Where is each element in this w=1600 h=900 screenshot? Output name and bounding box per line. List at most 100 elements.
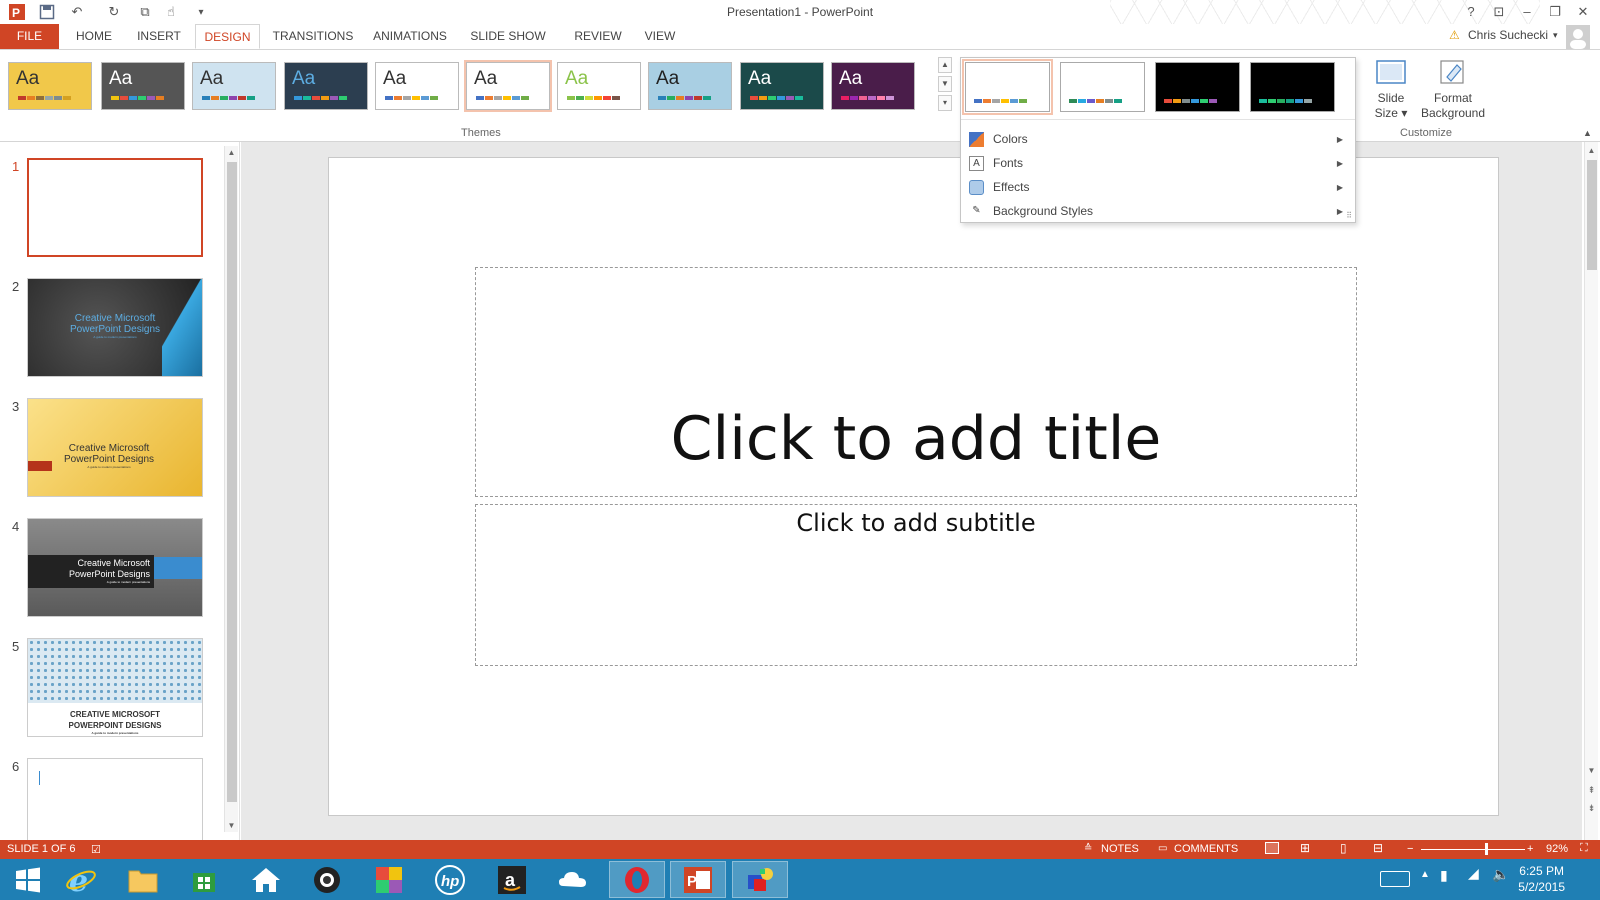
amazon-icon[interactable]: a xyxy=(484,861,540,898)
reading-view-icon[interactable]: ▯ xyxy=(1340,841,1347,855)
slide-thumbnail[interactable] xyxy=(27,758,203,842)
theme-thumbnail[interactable]: Aa xyxy=(101,62,185,110)
format-background-button[interactable]: Format Background xyxy=(1415,57,1491,121)
spelling-check-icon[interactable]: ☑ xyxy=(91,843,101,856)
theme-thumbnail[interactable]: Aa xyxy=(8,62,92,110)
subtitle-placeholder[interactable]: Click to add subtitle xyxy=(475,504,1357,666)
theme-thumbnail[interactable]: Aa xyxy=(831,62,915,110)
battery-icon[interactable]: ▮ xyxy=(1440,867,1448,884)
zoom-level[interactable]: 92% xyxy=(1546,843,1568,855)
color-swatch xyxy=(156,96,164,100)
warning-icon[interactable]: ⚠ xyxy=(1449,28,1460,42)
theme-thumbnail[interactable]: Aa xyxy=(284,62,368,110)
variant-thumbnail[interactable] xyxy=(1060,62,1145,112)
tab-insert[interactable]: INSERT xyxy=(130,24,188,49)
user-name[interactable]: Chris Suchecki xyxy=(1468,28,1548,42)
tab-home[interactable]: HOME xyxy=(68,24,120,49)
menu-item-effects[interactable]: Effects ▶ xyxy=(967,176,1349,199)
canvas-scroll-up-icon[interactable]: ▲ xyxy=(1585,144,1598,157)
fit-slide-icon[interactable]: ⛶ xyxy=(1580,842,1588,855)
slide-thumbnail[interactable]: Creative Microsoft PowerPoint Designs A gu… xyxy=(27,398,203,497)
slide-thumbnail[interactable]: CREATIVE MICROSOFT POWERPOINT DESIGNS A gu… xyxy=(27,638,203,737)
collapse-ribbon-icon[interactable]: ▲ xyxy=(1583,128,1592,138)
comments-icon[interactable]: ▭ xyxy=(1158,843,1167,854)
slide-thumbnail[interactable] xyxy=(27,158,203,257)
user-dropdown-icon[interactable]: ▾ xyxy=(1553,30,1558,41)
restore-icon[interactable]: ❐ xyxy=(1544,2,1566,22)
thumbnails-scrollbar[interactable]: ▲ ▼ xyxy=(224,146,238,832)
variant-thumbnail[interactable] xyxy=(1250,62,1335,112)
tab-slide-show[interactable]: SLIDE SHOW xyxy=(468,24,548,49)
color-swatch xyxy=(685,96,693,100)
canvas-scroll-down-icon[interactable]: ▼ xyxy=(1585,764,1598,777)
wifi-icon[interactable]: ◢ xyxy=(1468,865,1479,882)
volume-icon[interactable]: 🔈 xyxy=(1492,866,1509,883)
theme-thumbnail[interactable]: Aa xyxy=(557,62,641,110)
file-explorer-icon[interactable] xyxy=(115,861,171,898)
title-placeholder[interactable]: Click to add title xyxy=(475,267,1357,497)
variant-thumbnail[interactable] xyxy=(1155,62,1240,112)
notes-button[interactable]: NOTES xyxy=(1101,843,1139,855)
zoom-in-icon[interactable]: + xyxy=(1527,843,1533,855)
scroll-up-icon[interactable]: ▲ xyxy=(225,146,238,159)
tab-view[interactable]: VIEW xyxy=(640,24,680,49)
start-button[interactable] xyxy=(0,861,56,898)
gallery-scroll-down-icon[interactable]: ▼ xyxy=(938,76,952,92)
internet-explorer-icon[interactable]: e xyxy=(53,861,109,898)
submenu-arrow-icon: ▶ xyxy=(1336,207,1343,216)
previous-slide-icon[interactable]: ⇞ xyxy=(1585,784,1598,797)
slide-thumbnail-title: Creative Microsoft PowerPoint Designs A gu… xyxy=(70,313,160,340)
tab-animations[interactable]: ANIMATIONS xyxy=(370,24,450,49)
onedrive-icon[interactable] xyxy=(545,861,601,898)
system-clock[interactable]: 6:25 PM 5/2/2015 xyxy=(1518,863,1565,895)
hp-icon[interactable]: hp xyxy=(422,861,478,898)
theme-thumbnail[interactable]: Aa xyxy=(648,62,732,110)
gallery-more-icon[interactable]: ▾ xyxy=(938,95,952,111)
menu-item-colors[interactable]: Colors ▶ xyxy=(967,128,1349,151)
tab-file[interactable]: FILE xyxy=(0,24,59,49)
show-hidden-icons-icon[interactable]: ▲ xyxy=(1420,869,1430,880)
slide-size-button[interactable]: Slide Size ▾ xyxy=(1365,57,1417,121)
powerpoint-taskbar-icon[interactable]: P xyxy=(670,861,726,898)
color-swatch xyxy=(1173,99,1181,103)
keyboard-icon[interactable] xyxy=(1380,871,1410,887)
resize-grip-icon[interactable]: ⠿ xyxy=(1346,211,1352,220)
theme-thumbnail[interactable]: Aa xyxy=(192,62,276,110)
shapes-app-icon[interactable] xyxy=(732,861,788,898)
home-icon[interactable] xyxy=(238,861,294,898)
camera-app-icon[interactable] xyxy=(299,861,355,898)
tab-review[interactable]: REVIEW xyxy=(566,24,630,49)
avatar[interactable] xyxy=(1566,25,1590,49)
notes-icon[interactable]: ≙ xyxy=(1084,843,1092,854)
theme-thumbnail[interactable]: Aa xyxy=(375,62,459,110)
comments-button[interactable]: COMMENTS xyxy=(1174,843,1238,855)
store-icon[interactable] xyxy=(176,861,232,898)
minimize-icon[interactable]: – xyxy=(1516,2,1538,22)
gallery-scroll-up-icon[interactable]: ▲ xyxy=(938,57,952,73)
puzzle-app-icon[interactable] xyxy=(361,861,417,898)
normal-view-icon[interactable] xyxy=(1265,842,1279,854)
ribbon-display-options-icon[interactable]: ⊡ xyxy=(1488,2,1510,22)
slide-thumbnail[interactable]: Creative Microsoft PowerPoint Designs A gu… xyxy=(27,518,203,617)
slide-thumbnail[interactable]: Creative Microsoft PowerPoint Designs A gu… xyxy=(27,278,203,377)
zoom-slider[interactable] xyxy=(1421,849,1525,850)
menu-item-fonts[interactable]: A Fonts ▶ xyxy=(967,152,1349,175)
canvas-scroll-thumb[interactable] xyxy=(1587,160,1597,270)
zoom-out-icon[interactable]: − xyxy=(1407,843,1413,855)
menu-item-background-styles[interactable]: ✎ Background Styles ▶ xyxy=(967,200,1349,223)
thumbnails-scroll-thumb[interactable] xyxy=(227,162,237,802)
close-icon[interactable]: ✕ xyxy=(1572,2,1594,22)
theme-thumbnail[interactable]: Aa xyxy=(464,60,552,112)
tab-transitions[interactable]: TRANSITIONS xyxy=(270,24,356,49)
slide-show-view-icon[interactable]: ⊟ xyxy=(1373,841,1383,855)
tab-design[interactable]: DESIGN xyxy=(195,24,260,49)
next-slide-icon[interactable]: ⇟ xyxy=(1585,802,1598,815)
canvas-scrollbar[interactable]: ▲ ▼ ⇞ ⇟ xyxy=(1584,142,1598,840)
theme-thumbnail[interactable]: Aa xyxy=(740,62,824,110)
scroll-down-icon[interactable]: ▼ xyxy=(225,819,238,832)
variant-thumbnail[interactable] xyxy=(962,59,1053,115)
help-icon[interactable]: ? xyxy=(1460,2,1482,22)
opera-icon[interactable] xyxy=(609,861,665,898)
slide-sorter-icon[interactable]: ⊞ xyxy=(1300,841,1310,855)
zoom-slider-thumb[interactable] xyxy=(1485,843,1488,855)
